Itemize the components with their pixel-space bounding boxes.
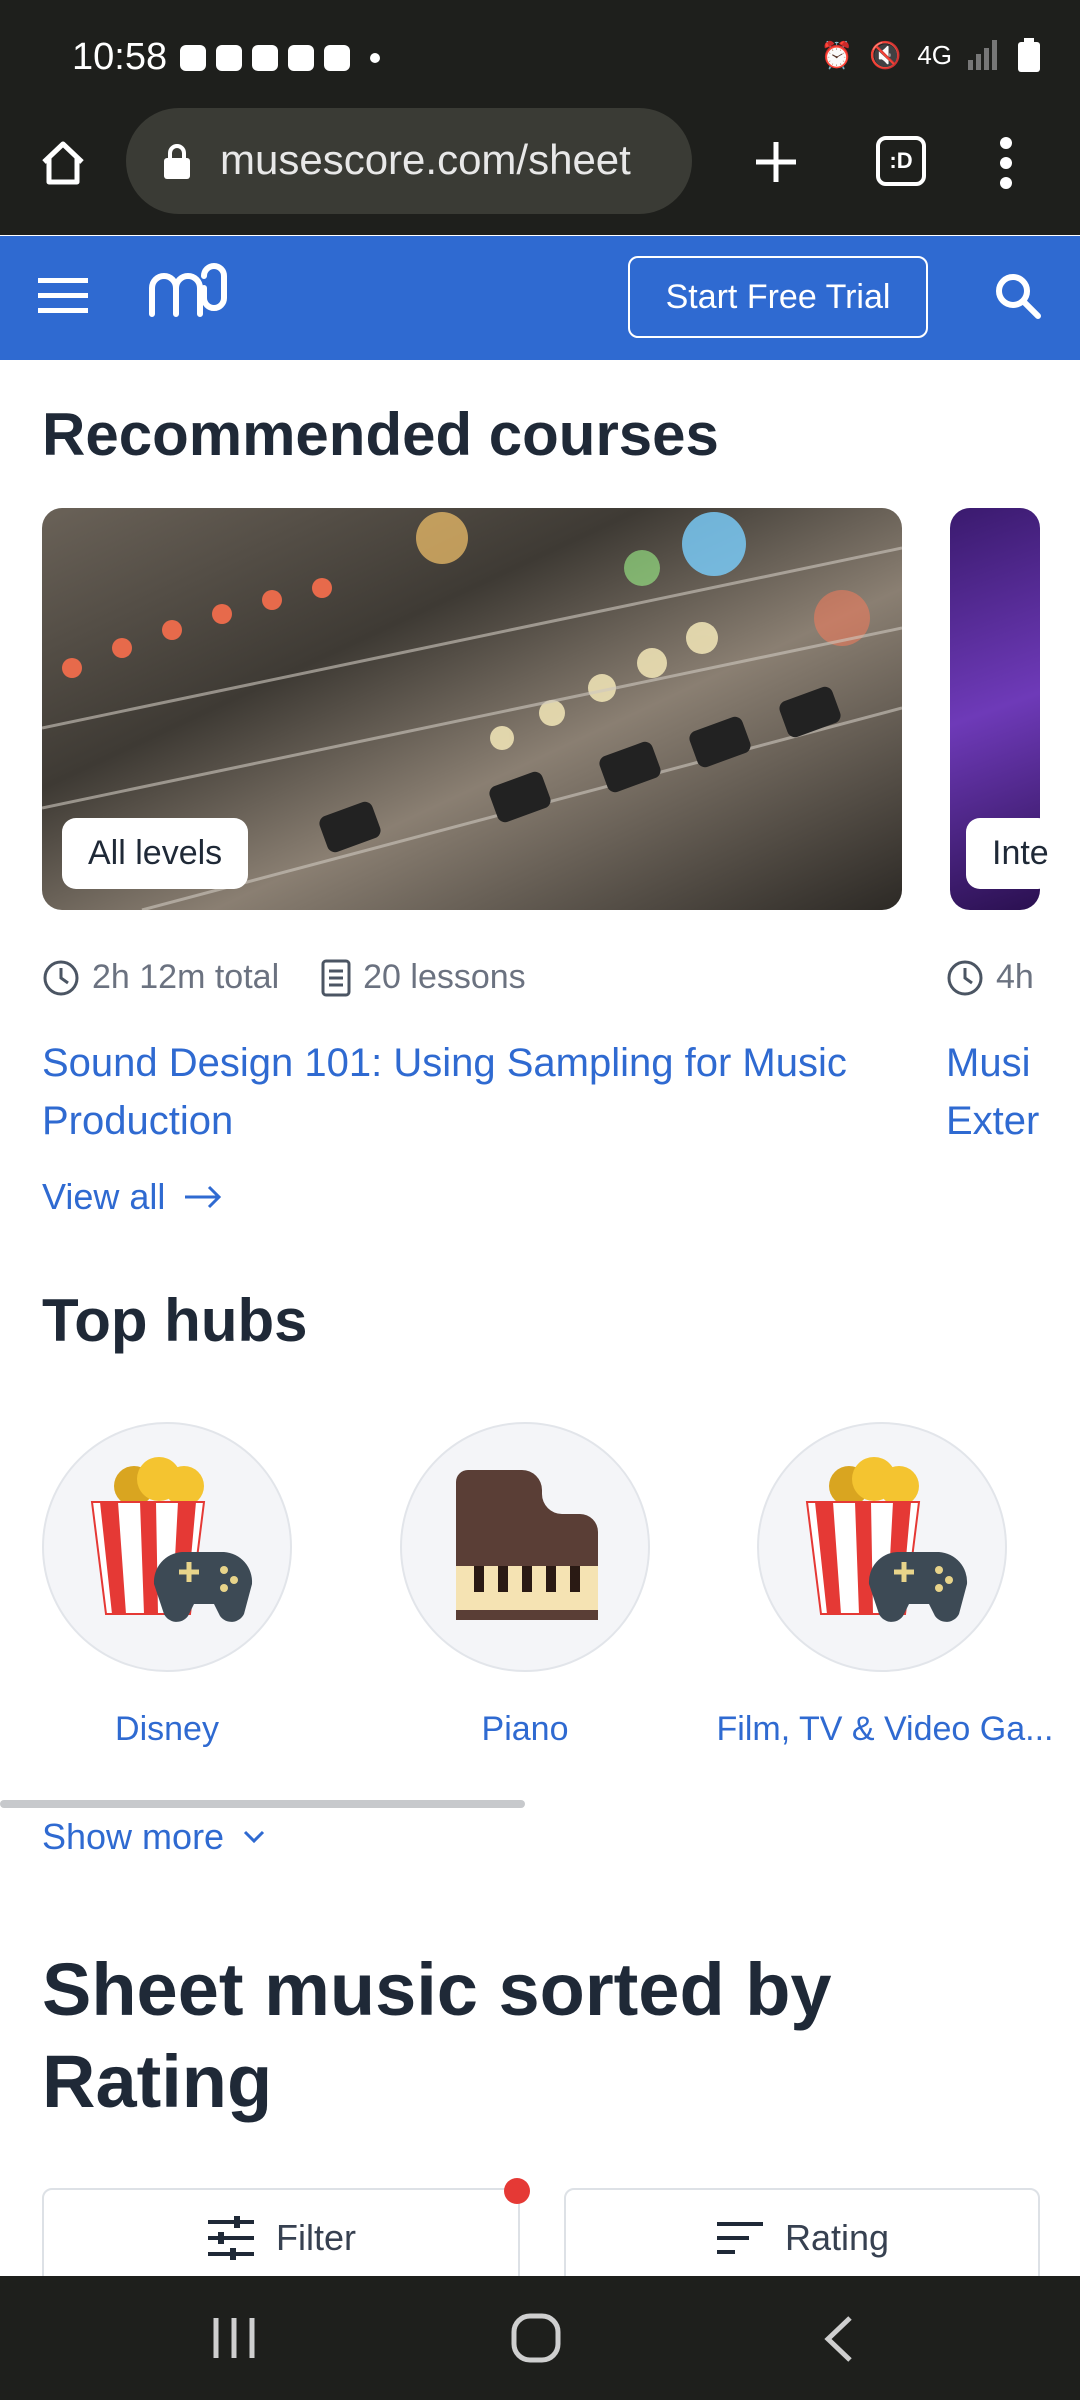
hub-label-piano[interactable]: Piano <box>400 1710 650 1749</box>
course-lessons: 20 lessons <box>363 958 526 996</box>
shield-icon <box>216 45 242 71</box>
view-all-link[interactable]: View all <box>42 1176 223 1218</box>
start-free-trial-button[interactable]: Start Free Trial <box>628 256 928 338</box>
course-meta: 2h 12m total 20 lessons <box>42 958 526 997</box>
popcorn-gamepad-icon <box>805 1457 968 1622</box>
hub-label-disney[interactable]: Disney <box>42 1710 292 1749</box>
hamburger-menu-icon[interactable] <box>38 278 88 314</box>
chevron-down-icon <box>244 1830 265 1844</box>
section-title-hubs: Top hubs <box>42 1287 308 1354</box>
level-badge-2: Inte <box>966 818 1052 889</box>
status-icons: ⏰ 🔇 4G <box>821 38 1040 72</box>
alarm-icon: ⏰ <box>820 39 853 70</box>
document-icon <box>321 959 351 996</box>
hub-film-circle[interactable] <box>757 1422 1007 1672</box>
sheet-title-line1: Sheet music sorted by <box>42 1948 832 2031</box>
signal-icon <box>968 40 997 70</box>
recent-apps-icon[interactable] <box>210 2316 258 2360</box>
sheet-title-line2: Rating <box>42 2040 273 2123</box>
show-more-button[interactable]: Show more <box>42 1816 266 1858</box>
new-tab-icon[interactable] <box>752 138 800 186</box>
filter-notification-dot <box>504 2178 530 2204</box>
home-nav-icon[interactable] <box>510 2312 562 2364</box>
arrow-right-icon <box>185 1185 222 1209</box>
sort-icon <box>716 2222 763 2254</box>
clock-icon <box>43 960 79 995</box>
section-title-courses: Recommended courses <box>42 401 719 468</box>
sliders-icon <box>208 2216 254 2260</box>
musescore-logo[interactable] <box>148 258 228 318</box>
course-meta-2: 4h <box>946 958 1080 997</box>
filter-label: Filter <box>276 2217 356 2258</box>
course-duration-2: 4h <box>996 958 1034 996</box>
view-all-label: View all <box>42 1176 166 1217</box>
battery-icon <box>1018 38 1040 72</box>
hub-piano-circle[interactable] <box>400 1422 650 1672</box>
course-title-link-2[interactable]: Musi Exter <box>946 1034 1040 1150</box>
hub-disney-circle[interactable] <box>42 1422 292 1672</box>
sort-label: Rating <box>784 2217 890 2258</box>
url-text[interactable]: musescore.com/sheet <box>220 136 670 184</box>
app-icon <box>252 45 278 71</box>
hubs-scrollbar[interactable] <box>0 1800 525 1808</box>
sort-rating-button[interactable]: Rating <box>564 2188 1040 2288</box>
grand-piano-icon <box>456 1470 598 1620</box>
notification-icons <box>180 38 380 78</box>
overflow-menu-icon[interactable] <box>996 136 1016 190</box>
back-icon[interactable] <box>822 2314 856 2364</box>
course-title-link[interactable]: Sound Design 101: Using Sampling for Mus… <box>42 1034 902 1150</box>
popcorn-gamepad-icon <box>90 1457 253 1622</box>
chat-icon <box>180 45 206 71</box>
app-icon <box>288 45 314 71</box>
home-icon[interactable] <box>38 138 88 188</box>
tab-switcher-button[interactable]: :D <box>876 136 926 186</box>
hub-label-film[interactable]: Film, TV & Video Ga... <box>700 1710 1070 1749</box>
status-time: 10:58 <box>72 36 168 78</box>
section-title-sheet: Sheet music sorted by Rating <box>42 1944 1042 2128</box>
filter-button[interactable]: Filter <box>42 2188 520 2288</box>
course-duration: 2h 12m total <box>92 958 280 996</box>
clock-icon <box>947 960 983 995</box>
amazon-icon <box>324 45 350 71</box>
mute-icon: 🔇 <box>868 39 902 70</box>
more-notifications-dot <box>370 53 380 63</box>
network-label: 4G <box>917 39 952 70</box>
show-more-label: Show more <box>42 1816 225 1857</box>
level-badge: All levels <box>62 818 249 889</box>
lock-icon <box>164 144 190 179</box>
search-icon[interactable] <box>994 272 1042 320</box>
